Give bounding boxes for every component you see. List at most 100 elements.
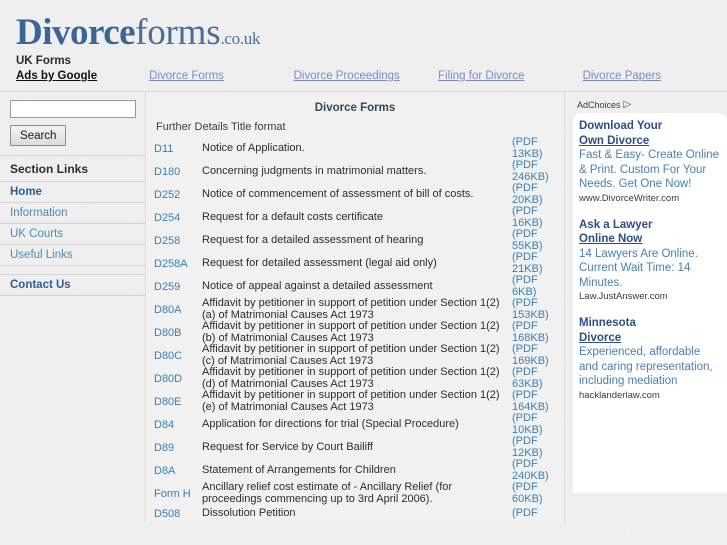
form-file-size[interactable]: (PDF <box>512 505 556 523</box>
ad-display-url[interactable]: hacklanderlaw.com <box>579 390 721 402</box>
adnav-title: UK Forms <box>16 55 71 67</box>
form-code-link[interactable]: D80C <box>154 344 202 367</box>
form-title: Affidavit by petitioner in support of pe… <box>202 343 500 367</box>
table-row: D252 Notice of commencement of assessment… <box>154 182 556 206</box>
ad-headline-line2: Online Now <box>579 233 643 245</box>
sidebar-item-home[interactable]: Home <box>0 182 145 203</box>
page-title: Divorce Forms <box>314 102 396 114</box>
form-code-link[interactable]: D252 <box>154 183 202 206</box>
form-file-size[interactable]: (PDF 164KB) <box>512 389 556 413</box>
form-file-size[interactable]: (PDF 63KB) <box>512 366 556 390</box>
form-title: Affidavit by petitioner in support of pe… <box>202 297 500 321</box>
adnav-link-divorce-proceedings[interactable]: Divorce Proceedings <box>294 69 438 83</box>
form-title: Concerning judgments in matrimonial matt… <box>202 164 427 177</box>
form-file-size[interactable]: (PDF 10KB) <box>512 412 556 436</box>
form-code-link[interactable]: D259 <box>154 275 202 298</box>
adnav-row: Ads by Google Divorce Forms Divorce Proc… <box>16 69 727 83</box>
table-row: D8A Statement of Arrangements for Childre… <box>154 458 556 482</box>
sidebar-item-uk-courts[interactable]: UK Courts <box>0 224 145 245</box>
ad-display-url[interactable]: www.DivorceWriter.com <box>579 193 721 205</box>
form-file-size[interactable]: (PDF 21KB) <box>512 251 556 275</box>
form-file-size[interactable]: (PDF 169KB) <box>512 343 556 367</box>
table-row: D80D Affidavit by petitioner in support o… <box>154 366 556 390</box>
form-code-link[interactable]: D89 <box>154 436 202 459</box>
form-code-link[interactable]: D8A <box>154 459 202 482</box>
search-button[interactable]: Search <box>10 125 67 146</box>
form-file-size[interactable]: (PDF 168KB) <box>512 320 556 344</box>
ad-headline-line2: Divorce <box>579 331 622 344</box>
table-row: D80B Affidavit by petitioner in support o… <box>154 320 556 344</box>
sidebar-item-contact-us[interactable]: Contact Us <box>0 274 145 296</box>
table-row: D254 Request for a default costs certific… <box>154 205 556 229</box>
form-file-size[interactable]: (PDF 13KB) <box>512 136 556 160</box>
adchoices-label-row[interactable]: AdChoices ▷ <box>573 92 727 113</box>
ad-unit: Minnesota Divorce Experienced, affordable … <box>579 316 721 402</box>
form-file-size[interactable]: (PDF 6KB) <box>512 274 556 298</box>
divorce-forms-table: D11 Notice of Application. (PDF 13KB) D180 C… <box>154 136 556 523</box>
form-file-size[interactable]: (PDF 20KB) <box>512 182 556 206</box>
main-content-inner: Divorce Forms Further Details Title form… <box>146 92 564 523</box>
form-title: Notice of appeal against a detailed asse… <box>202 279 433 292</box>
logo-text-tld: .co.uk <box>220 29 261 48</box>
form-file-size[interactable]: (PDF 246KB) <box>512 159 556 183</box>
search-input[interactable] <box>10 100 136 118</box>
sidebar-heading-section-links: Section Links <box>0 156 145 182</box>
form-title: Dissolution Petition <box>202 507 296 520</box>
form-file-size[interactable]: (PDF 12KB) <box>512 435 556 459</box>
form-title: Request for detailed assessment (legal a… <box>202 256 437 269</box>
adnav-link-filing-for-divorce[interactable]: Filing for Divorce <box>438 69 582 83</box>
ad-unit: Ask a Lawyer Online Now 14 Lawyers Are Onl… <box>579 218 721 304</box>
form-code-link[interactable]: D258 <box>154 229 202 252</box>
form-code-link[interactable]: D80B <box>154 321 202 344</box>
form-title: Statement of Arrangements for Children <box>202 463 396 476</box>
page-layout: Search Section Links Home Information UK… <box>0 92 727 523</box>
sidebar-item-useful-links[interactable]: Useful Links <box>0 245 145 266</box>
form-file-size[interactable]: (PDF 55KB) <box>512 228 556 252</box>
form-code-link[interactable]: Form H <box>154 482 202 505</box>
form-code-link[interactable]: D254 <box>154 206 202 229</box>
form-file-size[interactable]: (PDF 240KB) <box>512 458 556 482</box>
form-code-link[interactable]: D80D <box>154 367 202 390</box>
table-row: D80A Affidavit by petitioner in support o… <box>154 297 556 321</box>
form-code-link[interactable]: D80A <box>154 298 202 321</box>
ad-headline-line1: Download Your <box>579 120 663 132</box>
ad-body-text: 14 Lawyers Are Online. Current Wait Time… <box>579 247 698 289</box>
form-file-size[interactable]: (PDF 153KB) <box>512 297 556 321</box>
ads-by-google-label[interactable]: Ads by Google <box>16 69 97 83</box>
adchoices-triangle-icon: ▷ <box>623 99 632 110</box>
right-ad-column: AdChoices ▷ Download Your Own Divorce Fast… <box>565 92 727 493</box>
main-content-panel: Divorce Forms Further Details Title form… <box>145 92 565 523</box>
ad-headline[interactable]: Ask a Lawyer Online Now <box>579 218 721 247</box>
ad-display-url[interactable]: Law.JustAnswer.com <box>579 291 721 303</box>
form-code-link[interactable]: D258A <box>154 252 202 275</box>
form-code-link[interactable]: D80E <box>154 390 202 413</box>
ad-panel: Download Your Own Divorce Fast & Easy- Cre… <box>573 113 727 493</box>
adnav-link-divorce-papers[interactable]: Divorce Papers <box>583 69 727 83</box>
ad-headline[interactable]: Download Your Own Divorce <box>579 119 721 148</box>
form-code-link[interactable]: D508 <box>154 505 202 523</box>
ad-headline-line1: Minnesota <box>579 317 636 329</box>
site-logo[interactable]: Divorceforms.co.uk <box>16 14 727 51</box>
site-header: Divorceforms.co.uk <box>0 0 727 54</box>
table-column-header: Further Details Title format <box>156 121 286 133</box>
form-title: Notice of commencement of assessment of … <box>202 187 474 200</box>
form-code-link[interactable]: D180 <box>154 160 202 183</box>
form-file-size[interactable]: (PDF 16KB) <box>512 205 556 229</box>
form-title: Request for a detailed assessment of hea… <box>202 233 424 246</box>
adnav-link-divorce-forms[interactable]: Divorce Forms <box>149 69 293 83</box>
form-title: Request for Service by Court Bailiff <box>202 440 373 453</box>
table-row: D258A Request for detailed assessment (le… <box>154 251 556 275</box>
form-title: Ancillary relief cost estimate of - Anci… <box>202 481 453 505</box>
form-title: Affidavit by petitioner in support of pe… <box>202 389 500 413</box>
logo-text-primary: Divorce <box>16 12 136 53</box>
ad-headline[interactable]: Minnesota Divorce <box>579 316 721 345</box>
form-title: Affidavit by petitioner in support of pe… <box>202 366 500 390</box>
table-row: D80C Affidavit by petitioner in support o… <box>154 343 556 367</box>
table-row: D259 Notice of appeal against a detailed … <box>154 274 556 298</box>
form-code-link[interactable]: D84 <box>154 413 202 436</box>
form-code-link[interactable]: D11 <box>154 137 202 160</box>
form-file-size[interactable]: (PDF 60KB) <box>512 481 556 505</box>
table-row: D84 Application for directions for trial … <box>154 412 556 436</box>
sidebar-item-information[interactable]: Information <box>0 203 145 224</box>
form-title: Request for a default costs certificate <box>202 210 383 223</box>
